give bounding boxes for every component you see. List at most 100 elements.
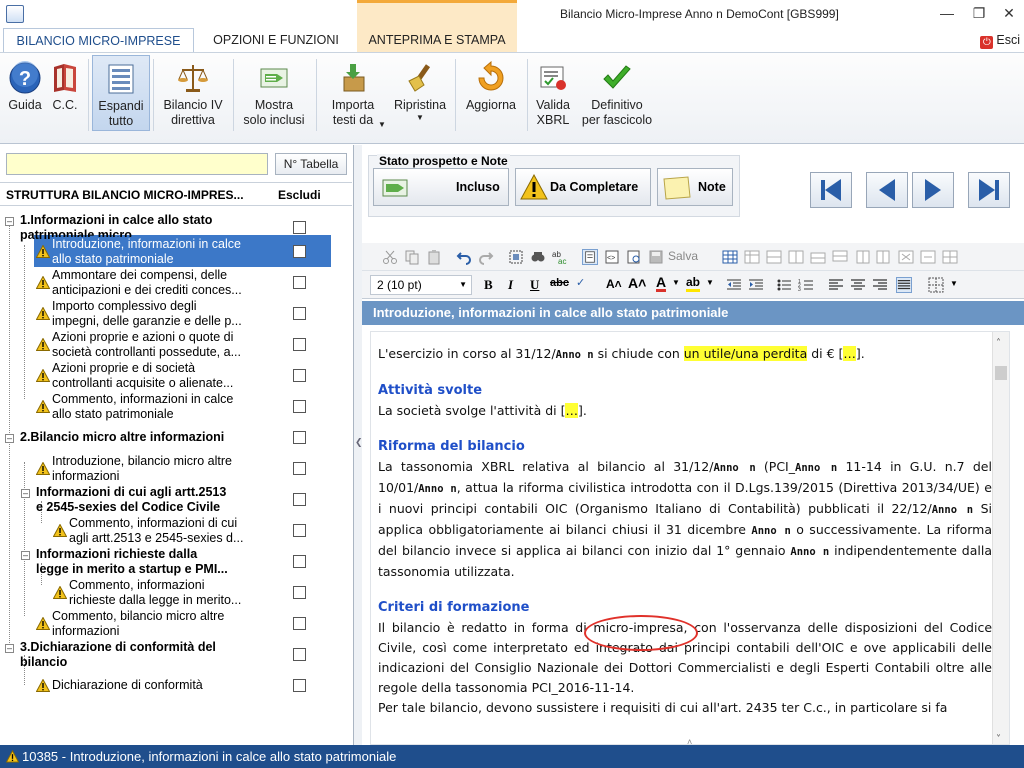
highlight-icon[interactable]: ab [686, 275, 701, 292]
find-icon[interactable] [530, 249, 546, 265]
escludi-checkbox[interactable] [293, 369, 306, 382]
tree-node[interactable]: Dichiarazione di conformità [0, 678, 352, 708]
font-color-dropdown-icon[interactable]: ▼ [672, 278, 680, 287]
tree-node[interactable]: – Informazioni di cui agli artt.2513 e 25… [0, 485, 352, 515]
collapse-icon[interactable]: – [5, 434, 14, 443]
collapse-icon[interactable]: – [21, 551, 30, 560]
minimize-button[interactable]: — [936, 4, 958, 22]
tree-node[interactable]: Azioni proprie e azioni o quote di socie… [0, 330, 352, 360]
tab-anteprima-e-stampa[interactable]: ANTEPRIMA E STAMPA [360, 28, 514, 52]
escludi-checkbox[interactable] [293, 586, 306, 599]
delete-table-icon[interactable] [898, 249, 914, 265]
document-editor[interactable]: L'esercizio in corso al 31/12/Anno n si … [370, 331, 1010, 745]
scroll-up-icon[interactable]: ˄ [996, 334, 1001, 354]
numbered-list-icon[interactable]: 123 [798, 277, 814, 293]
replace-icon[interactable]: abac [552, 249, 568, 265]
escludi-checkbox[interactable] [293, 245, 306, 258]
tree-node[interactable]: Azioni proprie e di società controllanti… [0, 361, 352, 391]
shrink-font-icon[interactable]: A˄ [606, 277, 622, 291]
escludi-checkbox[interactable] [293, 617, 306, 630]
escludi-checkbox[interactable] [293, 555, 306, 568]
tree-node[interactable]: Commento, bilancio micro altre informazi… [0, 609, 352, 639]
bullet-list-icon[interactable] [776, 277, 792, 293]
tab-bilancio-micro-imprese[interactable]: BILANCIO MICRO-IMPRESE [3, 28, 194, 52]
bold-icon[interactable]: B [484, 277, 493, 293]
insert-col-left-icon[interactable] [854, 249, 870, 265]
print-layout-icon[interactable] [582, 249, 598, 265]
borders-icon[interactable] [928, 277, 944, 293]
escludi-checkbox[interactable] [293, 338, 306, 351]
ripristina-button[interactable]: Ripristina ▼ [388, 55, 452, 135]
restore-button[interactable]: ❐ [968, 4, 990, 22]
n-tabella-button[interactable]: N° Tabella [275, 153, 347, 175]
borders-dropdown-icon[interactable]: ▼ [950, 279, 958, 288]
italic-icon[interactable]: I [508, 277, 513, 293]
indent-icon[interactable] [748, 277, 764, 293]
tree-node[interactable]: Importo complessivo degli impegni, delle… [0, 299, 352, 329]
grow-font-icon[interactable]: A˄ [628, 275, 646, 291]
collapse-icon[interactable]: – [21, 489, 30, 498]
escludi-checkbox[interactable] [293, 276, 306, 289]
collapse-icon[interactable]: – [5, 644, 14, 653]
align-left-icon[interactable] [828, 277, 844, 293]
next-record-button[interactable] [912, 172, 954, 208]
cc-button[interactable]: C.C. [46, 55, 84, 135]
collapse-icon[interactable]: – [5, 217, 14, 226]
strikethrough-icon[interactable]: abc [550, 277, 569, 289]
splitter[interactable]: ❮ [354, 145, 363, 745]
align-center-icon[interactable] [850, 277, 866, 293]
esci-button[interactable]: ⏻ Esci [980, 33, 1020, 49]
close-button[interactable]: ✕ [998, 4, 1020, 22]
font-size-select[interactable]: 2 (10 pt) ▼ [370, 275, 472, 295]
escludi-checkbox[interactable] [293, 524, 306, 537]
table-props-icon[interactable] [744, 249, 760, 265]
paste-icon[interactable] [426, 249, 442, 265]
insert-col-right-icon[interactable] [876, 249, 892, 265]
escludi-checkbox[interactable] [293, 648, 306, 661]
spellcheck-icon[interactable]: ✓ [576, 276, 585, 289]
escludi-checkbox[interactable] [293, 400, 306, 413]
importa-testi-button[interactable]: Importa testi da ▼ [320, 55, 386, 135]
align-right-icon[interactable] [872, 277, 888, 293]
document-scrollbar[interactable]: ˄ ˅ [992, 332, 1009, 744]
first-record-button[interactable] [810, 172, 852, 208]
incluso-button[interactable]: Incluso [373, 168, 509, 206]
scroll-thumb[interactable] [995, 366, 1007, 380]
espandi-tutto-button[interactable]: Espandi tutto [92, 55, 150, 131]
undo-icon[interactable] [456, 249, 472, 265]
select-all-icon[interactable] [508, 249, 524, 265]
salva-label[interactable]: Salva [668, 249, 698, 263]
outdent-icon[interactable] [726, 277, 742, 293]
insert-table-icon[interactable] [722, 249, 738, 265]
copy-icon[interactable] [404, 249, 420, 265]
table-col-icon[interactable] [788, 249, 804, 265]
definitivo-per-fascicolo-button[interactable]: Definitivo per fascicolo [576, 55, 658, 135]
tree-node[interactable]: Commento, informazioni di cui agli artt.… [0, 516, 352, 546]
justify-icon[interactable] [896, 277, 912, 293]
escludi-checkbox[interactable] [293, 221, 306, 234]
tree-node[interactable]: – Informazioni richieste dalla legge in m… [0, 547, 352, 577]
tab-opzioni-e-funzioni[interactable]: OPZIONI E FUNZIONI [200, 28, 352, 52]
guida-button[interactable]: ? Guida [4, 55, 46, 135]
escludi-checkbox[interactable] [293, 679, 306, 692]
valida-xbrl-button[interactable]: Valida XBRL [530, 55, 576, 135]
tree-node[interactable]: Ammontare dei compensi, delle anticipazi… [0, 268, 352, 298]
table-row-icon[interactable] [766, 249, 782, 265]
split-cells-icon[interactable] [942, 249, 958, 265]
save-icon[interactable] [648, 249, 664, 265]
underline-icon[interactable]: U [530, 277, 539, 293]
da-completare-button[interactable]: Da Completare [515, 168, 651, 206]
font-color-icon[interactable]: A [656, 275, 667, 292]
previous-record-button[interactable] [866, 172, 908, 208]
aggiorna-button[interactable]: Aggiorna [458, 55, 524, 135]
escludi-checkbox[interactable] [293, 493, 306, 506]
redo-icon[interactable] [478, 249, 494, 265]
scroll-down-icon[interactable]: ˅ [996, 730, 1001, 744]
bilancio-iv-direttiva-button[interactable]: Bilancio IV direttiva [156, 55, 230, 135]
cut-icon[interactable] [382, 249, 398, 265]
tree-node[interactable]: –3.Dichiarazione di conformità del bilan… [0, 640, 352, 670]
last-record-button[interactable] [968, 172, 1010, 208]
insert-row-below-icon[interactable] [832, 249, 848, 265]
preview-icon[interactable] [626, 249, 642, 265]
merge-cells-icon[interactable] [920, 249, 936, 265]
